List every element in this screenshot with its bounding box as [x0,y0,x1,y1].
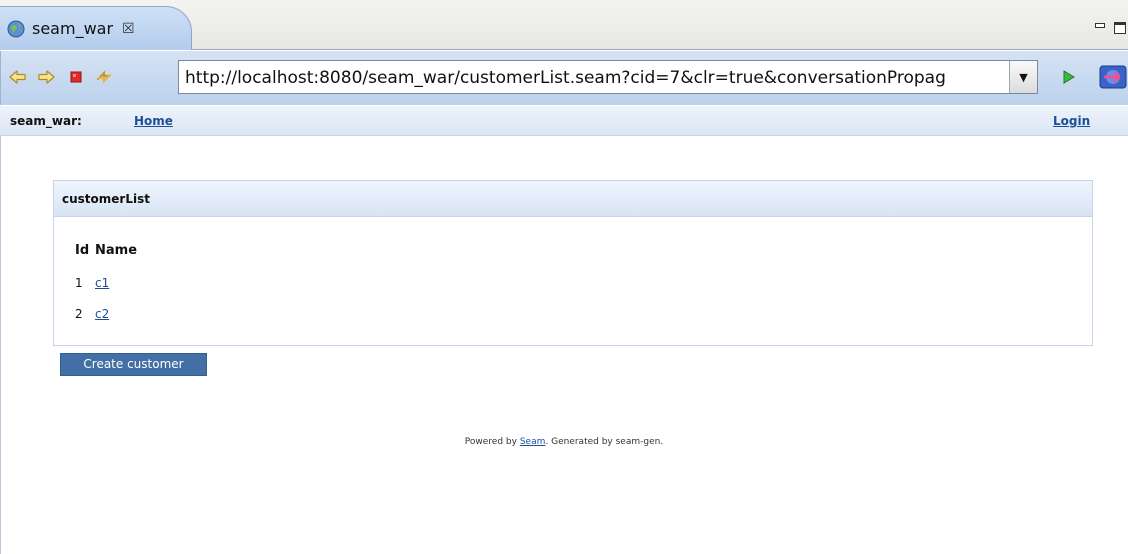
url-field[interactable]: ▼ [178,60,1038,94]
close-icon[interactable]: ☒ [122,21,135,37]
globe-icon [7,20,25,37]
app-name: seam_war: [10,114,82,128]
row-1-id: 1 [75,276,83,290]
column-header-name: Name [95,243,138,258]
maximize-icon[interactable] [1114,22,1126,34]
chevron-down-icon: ▼ [1019,70,1028,84]
editor-tab[interactable]: seam_war ☒ [0,6,192,50]
login-link[interactable]: Login [1053,114,1090,128]
footer-prefix: Powered by [464,437,520,447]
refresh-icon[interactable] [94,67,114,87]
app-header: seam_war: Home Login [0,106,1128,136]
page-left-border [0,136,1,554]
panel-header: customerList [54,181,1092,217]
seam-link[interactable]: Seam [520,437,546,447]
create-customer-button[interactable]: Create customer [60,353,207,376]
customer-list-panel: customerList Id Name 1 c1 2 c2 [53,180,1093,346]
stop-icon[interactable] [66,67,86,87]
row-2-id: 2 [75,307,83,321]
web-browser-icon[interactable] [1099,65,1127,89]
url-dropdown-button[interactable]: ▼ [1009,61,1037,93]
home-link[interactable]: Home [134,114,173,128]
row-1-name-link[interactable]: c1 [95,276,109,290]
panel-title: customerList [62,192,150,206]
editor-tab-title: seam_war [32,19,114,38]
editor-tab-strip: seam_war ☒ [0,0,1128,50]
forward-arrow-icon[interactable] [36,67,56,87]
go-arrow-icon[interactable] [1058,67,1078,87]
minimize-icon[interactable] [1095,23,1105,28]
back-arrow-icon[interactable] [8,67,28,87]
footer-suffix: . Generated by seam-gen. [545,437,664,447]
url-input[interactable] [185,68,1007,88]
column-header-id: Id [75,243,90,258]
row-2-name-link[interactable]: c2 [95,307,109,321]
footer: Powered by Seam. Generated by seam-gen. [0,437,1128,447]
